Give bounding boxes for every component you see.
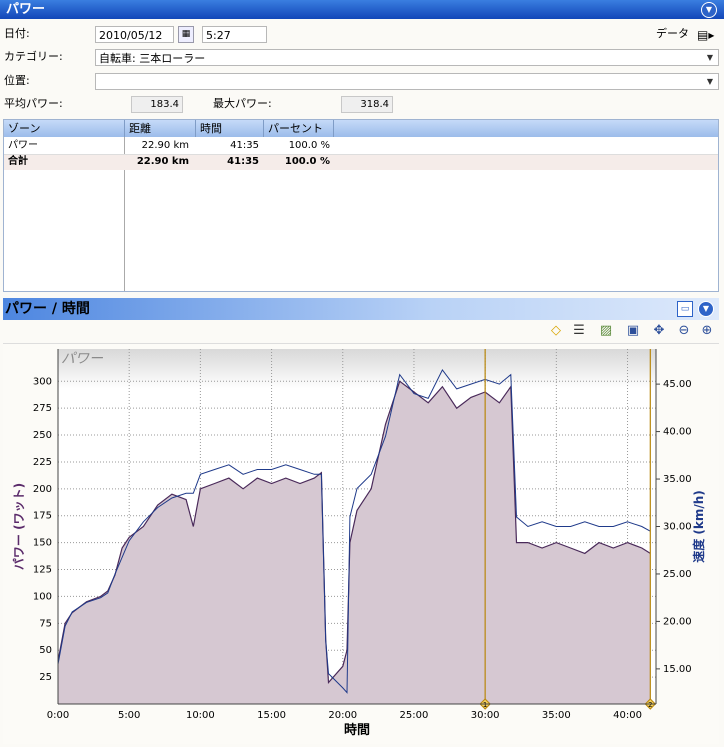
col-header-distance[interactable]: 距離 bbox=[125, 120, 196, 137]
y-tick-label: 50 bbox=[39, 645, 52, 656]
cell-distance: 22.90 km bbox=[136, 156, 189, 167]
x-tick-label: 15:00 bbox=[257, 710, 286, 721]
y2-tick-label: 35.00 bbox=[663, 474, 692, 485]
y2-tick-label: 30.00 bbox=[663, 522, 692, 533]
category-label: カテゴリー: bbox=[4, 50, 63, 63]
save-icon[interactable]: ▣ bbox=[625, 323, 641, 339]
chevron-down-icon[interactable]: ▼ bbox=[703, 74, 717, 89]
chevron-down-icon[interactable]: ▼ bbox=[703, 50, 717, 65]
y2-tick-label: 20.00 bbox=[663, 616, 692, 627]
chart-panel-header: パワー / 時間 ▭ ▼ bbox=[3, 298, 719, 320]
data-icon[interactable]: ▤▸ bbox=[697, 27, 714, 43]
x-axis-label: 時間 bbox=[344, 722, 370, 738]
power-panel-header: パワー ▼ bbox=[0, 0, 724, 19]
date-field[interactable]: 2010/05/12 bbox=[95, 26, 174, 43]
x-tick-label: 0:00 bbox=[47, 710, 69, 721]
avg-power-value: 183.4 bbox=[131, 96, 183, 113]
data-label: データ bbox=[656, 27, 689, 40]
x-tick-label: 20:00 bbox=[328, 710, 357, 721]
cell-percent: 100.0 % bbox=[288, 140, 330, 151]
y-tick-label: 250 bbox=[33, 430, 52, 441]
col-header-zone[interactable]: ゾーン bbox=[4, 120, 125, 137]
y2-axis-label: 速度 (km/h) bbox=[691, 490, 706, 563]
category-select[interactable]: 自転車: 三本ローラー ▼ bbox=[95, 49, 719, 66]
zoom-in-icon[interactable]: ⊕ bbox=[699, 323, 715, 339]
y-tick-label: 175 bbox=[33, 511, 52, 522]
y-tick-label: 75 bbox=[39, 618, 52, 629]
settings-icon[interactable]: ✥ bbox=[651, 323, 667, 339]
x-tick-label: 40:00 bbox=[613, 710, 642, 721]
x-tick-label: 10:00 bbox=[186, 710, 215, 721]
marker-label: 2 bbox=[648, 701, 652, 709]
category-value: 自転車: 三本ローラー bbox=[99, 52, 206, 65]
x-tick-label: 5:00 bbox=[118, 710, 140, 721]
avg-power-label: 平均パワー: bbox=[4, 97, 63, 110]
cell-zone: パワー bbox=[8, 140, 38, 151]
col-header-filler bbox=[334, 120, 718, 137]
table-row[interactable]: パワー 22.90 km 41:35 100.0 % bbox=[4, 139, 718, 153]
y-tick-label: 150 bbox=[33, 538, 52, 549]
x-tick-label: 35:00 bbox=[542, 710, 571, 721]
y2-tick-label: 40.00 bbox=[663, 427, 692, 438]
date-label: 日付: bbox=[4, 27, 30, 40]
x-tick-label: 30:00 bbox=[471, 710, 500, 721]
marker-label: 1 bbox=[483, 701, 487, 709]
y2-tick-label: 25.00 bbox=[663, 569, 692, 580]
power-time-chart[interactable]: 0:00 5:00 10:00 15:00 20:00 25:00 30:00 35:00 40… bbox=[3, 343, 719, 744]
collapse-icon[interactable]: ▼ bbox=[698, 301, 714, 317]
col-header-percent[interactable]: パーセント bbox=[264, 120, 334, 137]
zoom-out-icon[interactable]: ⊖ bbox=[676, 323, 692, 339]
y-tick-label: 100 bbox=[33, 591, 52, 602]
chart-panel-title: パワー / 時間 bbox=[5, 301, 90, 317]
collapse-icon[interactable]: ▼ bbox=[701, 2, 717, 18]
plot-top-shade bbox=[58, 349, 656, 389]
y-tick-label: 300 bbox=[33, 376, 52, 387]
y-tick-label: 225 bbox=[33, 457, 52, 468]
y-tick-label: 200 bbox=[33, 484, 52, 495]
cell-time: 41:35 bbox=[230, 140, 259, 151]
list-view-icon[interactable]: ☰ bbox=[571, 323, 587, 339]
cell-distance: 22.90 km bbox=[141, 140, 189, 151]
y-tick-label: 25 bbox=[39, 672, 52, 683]
time-field[interactable]: 5:27 bbox=[202, 26, 267, 43]
panel-title: パワー bbox=[6, 2, 46, 17]
layout-icon[interactable]: ▭ bbox=[677, 301, 693, 317]
marker-icon[interactable]: ◇ bbox=[548, 323, 564, 339]
y2-tick-label: 45.00 bbox=[663, 379, 692, 390]
chart-title: パワー bbox=[61, 351, 104, 367]
cell-time: 41:35 bbox=[227, 156, 259, 167]
y-tick-label: 275 bbox=[33, 403, 52, 414]
max-power-label: 最大パワー: bbox=[213, 97, 272, 110]
table-total-row[interactable]: 合計 22.90 km 41:35 100.0 % bbox=[4, 154, 718, 170]
max-power-value: 318.4 bbox=[341, 96, 393, 113]
col-header-time[interactable]: 時間 bbox=[196, 120, 264, 137]
y-tick-label: 125 bbox=[33, 565, 52, 576]
y-axis-label: パワー (ワット) bbox=[12, 483, 26, 570]
calendar-icon[interactable]: ▦ bbox=[178, 26, 194, 43]
chart-svg[interactable]: 0:00 5:00 10:00 15:00 20:00 25:00 30:00 35:00 40… bbox=[3, 344, 719, 744]
x-tick-label: 25:00 bbox=[400, 710, 429, 721]
location-label: 位置: bbox=[4, 74, 30, 87]
chart-view-icon[interactable]: ▨ bbox=[598, 323, 614, 339]
location-select[interactable]: ▼ bbox=[95, 73, 719, 90]
zones-table: ゾーン 距離 時間 パーセント パワー 22.90 km 41:35 100.0… bbox=[3, 119, 719, 292]
cell-percent: 100.0 % bbox=[284, 156, 330, 167]
y2-tick-label: 15.00 bbox=[663, 664, 692, 675]
cell-zone: 合計 bbox=[8, 156, 28, 167]
